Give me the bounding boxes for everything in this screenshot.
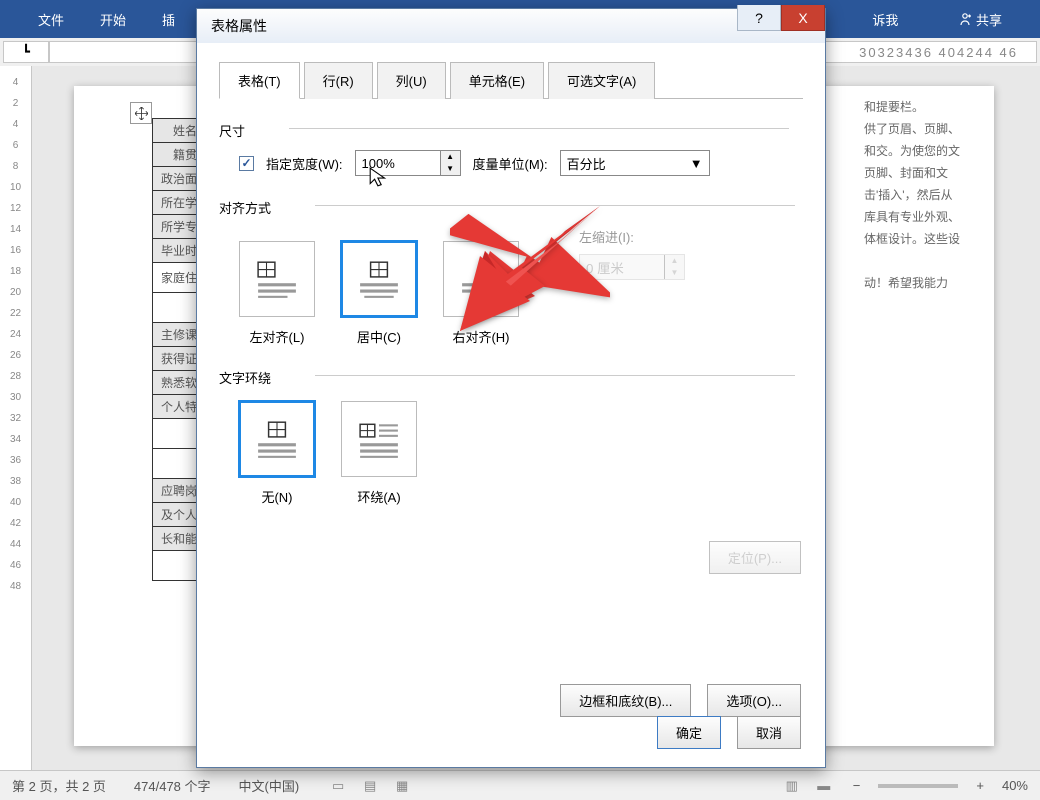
indent-spinner: ▲▼ [579, 254, 685, 280]
width-down-button[interactable]: ▼ [441, 163, 460, 175]
unit-select[interactable]: 百分比▼ [560, 150, 710, 176]
dialog-help-button[interactable]: ? [737, 5, 781, 31]
align-center-option[interactable]: 居中(C) [341, 241, 417, 346]
indent-down-button: ▼ [665, 267, 684, 279]
wrap-around-option[interactable]: 环绕(A) [341, 401, 417, 506]
tab-table[interactable]: 表格(T) [219, 62, 300, 99]
status-words[interactable]: 474/478 个字 [134, 776, 211, 795]
align-section-label: 对齐方式 [219, 198, 803, 217]
zoom-slider[interactable] [878, 784, 958, 788]
ok-button[interactable]: 确定 [657, 716, 721, 749]
table-move-handle[interactable] [130, 102, 152, 124]
status-bar: 第 2 页，共 2 页 474/478 个字 中文(中国) ▭ ▤ ▦ ▥ ▬ … [0, 770, 1040, 800]
chevron-down-icon: ▼ [690, 156, 703, 171]
dialog-title: 表格属性 [211, 16, 267, 36]
vertical-ruler: 42 468 101214 161820 222426 283032 34363… [0, 66, 32, 770]
wrap-section-label: 文字环绕 [219, 368, 803, 387]
unit-label: 度量单位(M): [473, 154, 548, 173]
side-text: 和提要栏。供了页眉、页脚、和交。为使您的文 页脚、封面和文击'插入'，然后从库具… [864, 96, 964, 294]
share-icon [958, 12, 972, 26]
indent-label: 左缩进(I): [579, 227, 685, 246]
ribbon-share[interactable]: 共享 [940, 0, 1020, 38]
ribbon-start[interactable]: 开始 [82, 0, 144, 38]
borders-shading-button[interactable]: 边框和底纹(B)... [560, 684, 691, 717]
width-input[interactable] [356, 151, 440, 175]
tab-alt-text[interactable]: 可选文字(A) [548, 62, 655, 99]
positioning-button: 定位(P)... [709, 541, 801, 574]
tab-row[interactable]: 行(R) [304, 62, 373, 99]
align-center-icon [358, 260, 400, 298]
view-draft-icon[interactable]: ▬ [813, 778, 835, 794]
options-button[interactable]: 选项(O)... [707, 684, 801, 717]
wrap-around-icon [358, 420, 400, 458]
status-language[interactable]: 中文(中国) [239, 776, 300, 795]
ribbon-file[interactable]: 文件 [20, 0, 82, 38]
view-read-icon[interactable]: ▭ [327, 778, 349, 794]
width-checkbox[interactable]: ✓ [239, 156, 254, 171]
align-left-icon [256, 260, 298, 298]
view-outline-icon[interactable]: ▥ [781, 778, 803, 794]
zoom-value[interactable]: 40% [1002, 778, 1028, 793]
wrap-none-option[interactable]: 无(N) [239, 401, 315, 506]
zoom-out-button[interactable]: − [853, 778, 861, 793]
view-web-icon[interactable]: ▦ [391, 778, 413, 794]
status-page[interactable]: 第 2 页，共 2 页 [12, 776, 106, 795]
dialog-titlebar[interactable]: 表格属性 ? X [197, 9, 825, 43]
size-section-label: 尺寸 [219, 121, 803, 140]
cancel-button[interactable]: 取消 [737, 716, 801, 749]
wrap-none-icon [256, 420, 298, 458]
zoom-in-button[interactable]: + [976, 778, 984, 793]
align-left-option[interactable]: 左对齐(L) [239, 241, 315, 346]
ribbon-tellme[interactable]: 诉我 [854, 0, 916, 38]
tab-column[interactable]: 列(U) [377, 62, 446, 99]
table-properties-dialog: 表格属性 ? X 表格(T) 行(R) 列(U) 单元格(E) 可选文字(A) … [196, 8, 826, 768]
view-print-icon[interactable]: ▤ [359, 778, 381, 794]
ribbon-insert[interactable]: 插 [144, 0, 193, 38]
align-right-option[interactable]: 右对齐(H) [443, 241, 519, 346]
dialog-close-button[interactable]: X [781, 5, 825, 31]
move-icon [135, 107, 148, 120]
width-checkbox-label: 指定宽度(W): [266, 154, 343, 173]
indent-input [580, 255, 664, 279]
width-up-button[interactable]: ▲ [441, 151, 460, 163]
ruler-corner: ┗ [3, 41, 49, 63]
dialog-tabs: 表格(T) 行(R) 列(U) 单元格(E) 可选文字(A) [219, 61, 803, 99]
align-right-icon [460, 260, 502, 298]
indent-up-button: ▲ [665, 255, 684, 267]
tab-cell[interactable]: 单元格(E) [450, 62, 544, 99]
width-spinner[interactable]: ▲▼ [355, 150, 461, 176]
